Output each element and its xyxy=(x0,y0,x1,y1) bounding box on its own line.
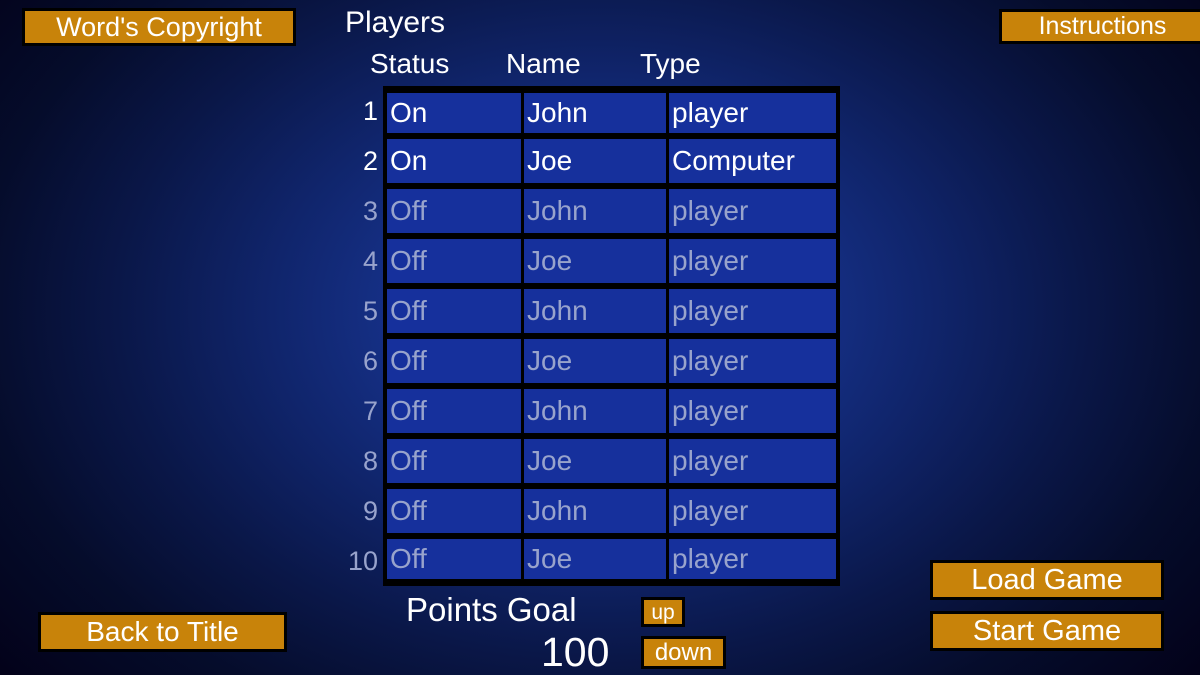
row-cells: Off Joe player xyxy=(383,436,840,486)
row-cells: On Joe Computer xyxy=(383,136,840,186)
cell-name[interactable]: Joe xyxy=(524,536,669,582)
back-to-title-button[interactable]: Back to Title xyxy=(38,612,287,652)
points-goal-down-label: down xyxy=(654,638,713,666)
row-number: 1 xyxy=(362,95,378,126)
cell-type[interactable]: player xyxy=(669,90,836,136)
cell-type[interactable]: player xyxy=(669,336,836,386)
column-header-type: Type xyxy=(640,48,701,79)
row-number: 3 xyxy=(362,195,378,226)
row-number: 2 xyxy=(362,145,378,176)
instructions-button-label: Instructions xyxy=(1038,12,1167,40)
table-row: 1 On John player xyxy=(340,86,840,136)
cell-name[interactable]: John xyxy=(524,286,669,336)
table-row: 10 Off Joe player xyxy=(340,536,840,586)
cell-status[interactable]: Off xyxy=(387,336,524,386)
copyright-button-label: Word's Copyright xyxy=(56,11,262,42)
table-row: 9 Off John player xyxy=(340,486,840,536)
row-cells: Off John player xyxy=(383,386,840,436)
cell-type[interactable]: player xyxy=(669,386,836,436)
row-cells: Off John player xyxy=(383,186,840,236)
cell-name[interactable]: John xyxy=(524,90,669,136)
page-title: Players xyxy=(345,6,446,39)
table-row: 8 Off Joe player xyxy=(340,436,840,486)
table-row: 7 Off John player xyxy=(340,386,840,436)
cell-name[interactable]: Joe xyxy=(524,136,669,186)
cell-status[interactable]: Off xyxy=(387,486,524,536)
cell-status[interactable]: Off xyxy=(387,386,524,436)
row-number: 4 xyxy=(362,245,378,276)
cell-status[interactable]: Off xyxy=(387,436,524,486)
row-cells: Off John player xyxy=(383,286,840,336)
game-setup-screen: Word's Copyright Instructions Players St… xyxy=(0,0,1200,675)
row-number: 10 xyxy=(347,545,378,576)
cell-name[interactable]: John xyxy=(524,186,669,236)
table-row: 6 Off Joe player xyxy=(340,336,840,386)
start-game-button[interactable]: Start Game xyxy=(930,611,1164,651)
points-goal-up-button[interactable]: up xyxy=(641,597,685,627)
cell-status[interactable]: Off xyxy=(387,186,524,236)
start-game-label: Start Game xyxy=(972,614,1122,647)
cell-name[interactable]: John xyxy=(524,486,669,536)
cell-type[interactable]: player xyxy=(669,236,836,286)
cell-name[interactable]: Joe xyxy=(524,336,669,386)
table-column-headers: Status Name Type xyxy=(368,50,838,84)
row-cells: Off Joe player xyxy=(383,536,840,586)
players-table: 1 On John player 2 On Joe Computer 3 Off John playe… xyxy=(340,86,840,586)
row-number: 8 xyxy=(362,445,378,476)
row-number: 5 xyxy=(362,295,378,326)
points-goal-value: 100 xyxy=(541,629,610,675)
points-goal-up-label: up xyxy=(651,600,675,624)
cell-name[interactable]: John xyxy=(524,386,669,436)
row-cells: Off Joe player xyxy=(383,236,840,286)
points-goal-label: Points Goal xyxy=(406,591,577,628)
table-row: 4 Off Joe player xyxy=(340,236,840,286)
cell-name[interactable]: Joe xyxy=(524,436,669,486)
load-game-label: Load Game xyxy=(971,563,1123,596)
cell-type[interactable]: player xyxy=(669,186,836,236)
table-row: 3 Off John player xyxy=(340,186,840,236)
load-game-button[interactable]: Load Game xyxy=(930,560,1164,600)
row-cells: Off John player xyxy=(383,486,840,536)
copyright-button[interactable]: Word's Copyright xyxy=(22,8,296,46)
cell-name[interactable]: Joe xyxy=(524,236,669,286)
cell-status[interactable]: Off xyxy=(387,236,524,286)
cell-type[interactable]: Computer xyxy=(669,136,836,186)
column-header-status: Status xyxy=(370,48,450,79)
cell-type[interactable]: player xyxy=(669,286,836,336)
row-cells: Off Joe player xyxy=(383,336,840,386)
column-header-name: Name xyxy=(506,48,581,79)
cell-status[interactable]: On xyxy=(387,90,524,136)
points-goal-down-button[interactable]: down xyxy=(641,636,726,669)
table-row: 2 On Joe Computer xyxy=(340,136,840,186)
back-to-title-label: Back to Title xyxy=(86,616,239,647)
instructions-button[interactable]: Instructions xyxy=(999,9,1200,44)
cell-type[interactable]: player xyxy=(669,486,836,536)
cell-status[interactable]: On xyxy=(387,136,524,186)
row-number: 6 xyxy=(362,345,378,376)
table-row: 5 Off John player xyxy=(340,286,840,336)
cell-type[interactable]: player xyxy=(669,536,836,582)
row-number: 9 xyxy=(362,495,378,526)
row-number: 7 xyxy=(362,395,378,426)
row-cells: On John player xyxy=(383,86,840,136)
cell-type[interactable]: player xyxy=(669,436,836,486)
cell-status[interactable]: Off xyxy=(387,536,524,582)
cell-status[interactable]: Off xyxy=(387,286,524,336)
